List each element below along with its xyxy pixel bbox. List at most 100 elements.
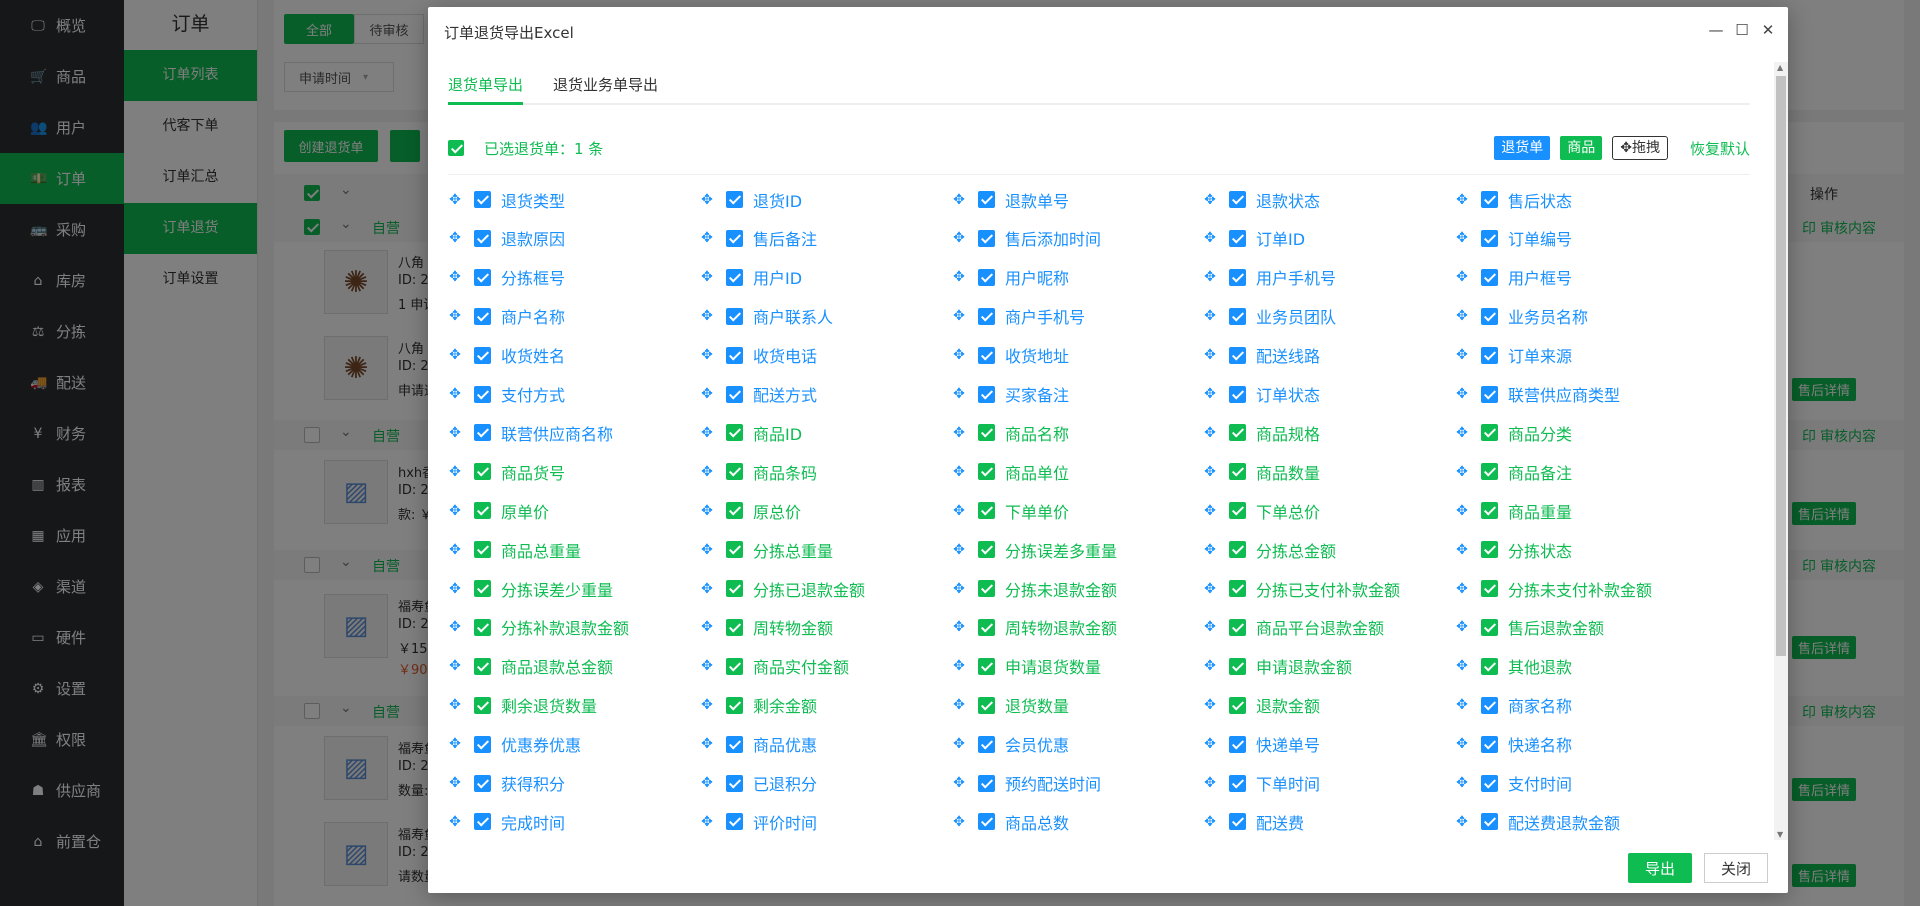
field-checkbox[interactable] [1229, 424, 1246, 442]
move-icon[interactable]: ✥ [1455, 736, 1469, 752]
export-field-item[interactable]: ✥ 分拣已退款金额 [700, 569, 865, 608]
move-icon[interactable]: ✥ [1455, 308, 1469, 324]
move-icon[interactable]: ✥ [700, 658, 714, 674]
move-icon[interactable]: ✥ [448, 619, 462, 635]
field-checkbox[interactable] [978, 541, 995, 559]
move-icon[interactable]: ✥ [952, 308, 966, 324]
field-checkbox[interactable] [1481, 191, 1498, 208]
export-field-item[interactable]: ✥ 配送费退款金额 [1455, 802, 1620, 840]
move-icon[interactable]: ✥ [1203, 464, 1217, 480]
move-icon[interactable]: ✥ [952, 425, 966, 441]
export-field-item[interactable]: ✥ 下单时间 [1203, 764, 1320, 803]
field-checkbox[interactable] [1481, 618, 1498, 636]
field-checkbox[interactable] [726, 268, 743, 286]
move-icon[interactable]: ✥ [1455, 619, 1469, 635]
field-checkbox[interactable] [1229, 307, 1246, 325]
field-checkbox[interactable] [1481, 346, 1498, 364]
export-field-item[interactable]: ✥ 退款金额 [1203, 686, 1320, 725]
export-field-item[interactable]: ✥ 商品重量 [1455, 491, 1572, 530]
field-checkbox[interactable] [1229, 696, 1246, 714]
field-checkbox[interactable] [1229, 541, 1246, 559]
field-checkbox[interactable] [1481, 813, 1498, 831]
move-icon[interactable]: ✥ [1203, 269, 1217, 285]
field-checkbox[interactable] [978, 580, 995, 597]
export-field-item[interactable]: ✥ 用户框号 [1455, 258, 1572, 297]
export-field-item[interactable]: ✥ 分拣未退款金额 [952, 569, 1117, 608]
move-icon[interactable]: ✥ [1203, 308, 1217, 324]
export-field-item[interactable]: ✥ 获得积分 [448, 764, 565, 803]
export-field-item[interactable]: ✥ 申请退货数量 [952, 647, 1101, 686]
field-checkbox[interactable] [1481, 424, 1498, 442]
scroll-up-icon[interactable]: ▲ [1777, 63, 1783, 72]
move-icon[interactable]: ✥ [1455, 269, 1469, 285]
export-field-item[interactable]: ✥ 退款原因 [448, 219, 565, 258]
field-checkbox[interactable] [474, 580, 491, 597]
export-field-item[interactable]: ✥ 业务员名称 [1455, 297, 1588, 336]
field-checkbox[interactable] [978, 657, 995, 675]
field-checkbox[interactable] [1229, 580, 1246, 597]
move-icon[interactable]: ✥ [700, 542, 714, 558]
export-field-item[interactable]: ✥ 原单价 [448, 491, 549, 530]
export-field-item[interactable]: ✥ 商品退款总金额 [448, 647, 613, 686]
export-field-item[interactable]: ✥ 预约配送时间 [952, 764, 1101, 803]
export-field-item[interactable]: ✥ 完成时间 [448, 802, 565, 840]
export-field-item[interactable]: ✥ 分拣已支付补款金额 [1203, 569, 1400, 608]
field-checkbox[interactable] [474, 268, 491, 286]
move-icon[interactable]: ✥ [700, 775, 714, 791]
field-checkbox[interactable] [474, 346, 491, 364]
export-field-item[interactable]: ✥ 配送线路 [1203, 336, 1320, 375]
field-checkbox[interactable] [726, 424, 743, 442]
move-icon[interactable]: ✥ [1203, 503, 1217, 519]
export-field-item[interactable]: ✥ 用户ID [700, 258, 802, 297]
field-checkbox[interactable] [1481, 580, 1498, 597]
move-icon[interactable]: ✥ [1203, 542, 1217, 558]
field-checkbox[interactable] [1481, 307, 1498, 325]
move-icon[interactable]: ✥ [1203, 425, 1217, 441]
move-icon[interactable]: ✥ [700, 503, 714, 519]
move-icon[interactable]: ✥ [448, 230, 462, 246]
field-checkbox[interactable] [1229, 385, 1246, 403]
move-icon[interactable]: ✥ [448, 386, 462, 402]
move-icon[interactable]: ✥ [1455, 542, 1469, 558]
export-field-item[interactable]: ✥ 已退积分 [700, 764, 817, 803]
field-checkbox[interactable] [1481, 229, 1498, 247]
export-field-item[interactable]: ✥ 商品备注 [1455, 452, 1572, 491]
move-icon[interactable]: ✥ [952, 697, 966, 713]
move-icon[interactable]: ✥ [700, 347, 714, 363]
field-checkbox[interactable] [978, 307, 995, 325]
field-checkbox[interactable] [726, 735, 743, 753]
field-checkbox[interactable] [726, 618, 743, 636]
move-icon[interactable]: ✥ [952, 814, 966, 830]
export-field-item[interactable]: ✥ 原总价 [700, 491, 801, 530]
move-icon[interactable]: ✥ [952, 775, 966, 791]
move-icon[interactable]: ✥ [1203, 775, 1217, 791]
export-field-item[interactable]: ✥ 售后状态 [1455, 180, 1572, 219]
move-icon[interactable]: ✥ [952, 192, 966, 208]
field-checkbox[interactable] [1229, 774, 1246, 792]
field-checkbox[interactable] [726, 307, 743, 325]
move-icon[interactable]: ✥ [952, 619, 966, 635]
export-field-item[interactable]: ✥ 订单ID [1203, 219, 1305, 258]
export-field-item[interactable]: ✥ 业务员团队 [1203, 297, 1336, 336]
move-icon[interactable]: ✥ [448, 347, 462, 363]
field-checkbox[interactable] [474, 385, 491, 403]
move-icon[interactable]: ✥ [700, 581, 714, 597]
export-field-item[interactable]: ✥ 分拣总重量 [700, 530, 833, 569]
move-icon[interactable]: ✥ [1203, 386, 1217, 402]
move-icon[interactable]: ✥ [700, 736, 714, 752]
field-checkbox[interactable] [1481, 385, 1498, 403]
scroll-thumb[interactable] [1776, 76, 1786, 656]
field-checkbox[interactable] [726, 191, 743, 208]
export-field-item[interactable]: ✥ 商品ID [700, 413, 802, 452]
field-checkbox[interactable] [1229, 268, 1246, 286]
field-checkbox[interactable] [1229, 735, 1246, 753]
export-field-item[interactable]: ✥ 分拣误差少重量 [448, 569, 613, 608]
move-icon[interactable]: ✥ [1203, 230, 1217, 246]
export-field-item[interactable]: ✥ 商品实付金额 [700, 647, 849, 686]
move-icon[interactable]: ✥ [448, 425, 462, 441]
move-icon[interactable]: ✥ [1203, 347, 1217, 363]
export-field-item[interactable]: ✥ 分拣补款退款金额 [448, 608, 629, 647]
export-field-item[interactable]: ✥ 申请退款金额 [1203, 647, 1352, 686]
export-field-item[interactable]: ✥ 快递单号 [1203, 725, 1320, 764]
export-field-item[interactable]: ✥ 剩余退货数量 [448, 686, 597, 725]
